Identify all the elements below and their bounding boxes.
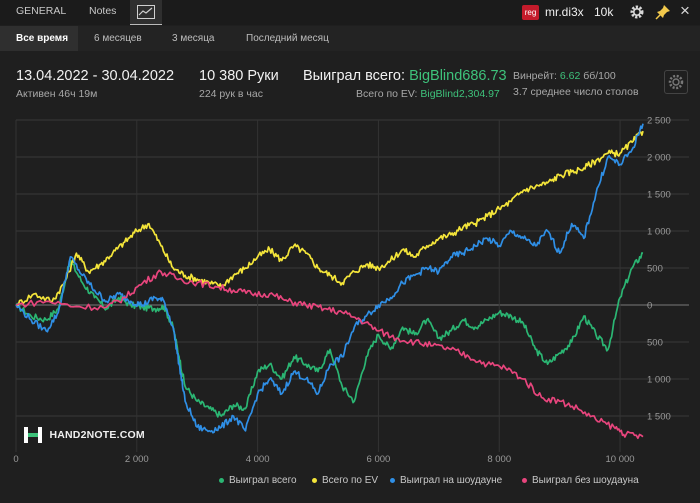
tab-notes[interactable]: Notes <box>89 0 116 25</box>
won-total: Выиграл всего: BigBlind686.73 <box>303 68 507 84</box>
close-icon[interactable]: × <box>680 1 690 21</box>
x-tick-label: 8 000 <box>487 454 511 465</box>
date-range: 13.04.2022 - 30.04.2022 <box>16 68 175 84</box>
legend-dot <box>219 477 224 483</box>
series-line <box>15 123 644 434</box>
legend-item-non-showdown[interactable]: Выиграл без шоудауна <box>522 475 639 486</box>
x-tick-label: 6 000 <box>367 454 391 465</box>
top-tab-bar: GENERAL Notes reg mr.di3x 10k × <box>0 0 700 25</box>
y-tick-label: 1 000 <box>647 227 671 238</box>
hands-count: 10 380 Руки <box>199 68 279 84</box>
x-tick-label: 10 000 <box>606 454 635 465</box>
y-tick-label: 500 <box>647 338 663 349</box>
series-line <box>15 130 644 308</box>
tab-general[interactable]: GENERAL <box>16 0 66 25</box>
period-tab-last-month[interactable]: Последний месяц <box>246 26 329 51</box>
legend-label: Всего по EV <box>322 475 379 486</box>
legend-label: Выиграл на шоудауне <box>400 475 503 486</box>
legend-dot <box>390 477 395 483</box>
series-line <box>15 269 644 440</box>
winrate-unit: бб/100 <box>583 70 616 82</box>
period-tab-6m[interactable]: 6 месяцев <box>94 26 142 51</box>
y-tick-label: 1 500 <box>647 190 671 201</box>
winrate-label: Винрейт: <box>513 70 557 82</box>
y-tick-label: 500 <box>647 264 663 275</box>
legend-item-won[interactable]: Выиграл всего <box>219 475 297 486</box>
y-tick-label: 0 <box>647 301 652 312</box>
ev-total-label: Всего по EV: <box>356 88 418 100</box>
won-total-value: BigBlind686.73 <box>409 68 507 84</box>
legend-label: Выиграл без шоудауна <box>532 475 639 486</box>
period-tab-all[interactable]: Все время <box>0 26 78 51</box>
period-tabs: Все время 6 месяцев 3 месяца Последний м… <box>0 26 700 51</box>
y-tick-label: 2 000 <box>647 153 671 164</box>
hand2note-logo-text: HAND2NOTE.COM <box>49 428 145 441</box>
chart-line-icon <box>137 5 155 19</box>
won-total-label: Выиграл всего: <box>303 68 406 84</box>
legend-dot <box>312 477 317 483</box>
x-tick-label: 0 <box>13 454 18 465</box>
x-tick-label: 2 000 <box>125 454 149 465</box>
reg-badge: reg <box>522 5 539 20</box>
y-tick-label: 2 500 <box>647 116 671 127</box>
player-name: mr.di3x <box>545 5 584 19</box>
active-time: Активен 46ч 19м <box>16 88 98 100</box>
legend-item-ev[interactable]: Всего по EV <box>312 475 378 486</box>
chart-settings-icon[interactable] <box>664 70 688 94</box>
gear-icon[interactable] <box>629 4 645 20</box>
ev-total-value: BigBlind2,304.97 <box>420 88 500 100</box>
ev-total: Всего по EV: BigBlind2,304.97 <box>356 88 500 100</box>
legend-label: Выиграл всего <box>229 475 297 486</box>
limit-label: 10k <box>594 5 614 19</box>
avg-tables: 3.7 среднее число столов <box>513 86 639 98</box>
winrate: Винрейт: 6.62 бб/100 <box>513 70 616 82</box>
tab-graph[interactable] <box>130 0 162 25</box>
period-tab-3m[interactable]: 3 месяца <box>172 26 214 51</box>
winrate-value: 6.62 <box>559 70 581 82</box>
hands-per-hour: 224 рук в час <box>199 88 263 100</box>
y-tick-label: 1 000 <box>647 375 671 386</box>
x-tick-label: 4 000 <box>246 454 270 465</box>
hand2note-logo: HAND2NOTE.COM <box>24 426 145 443</box>
series-line <box>15 252 644 418</box>
legend-item-showdown[interactable]: Выиграл на шоудауне <box>390 475 502 486</box>
legend-dot <box>522 477 527 483</box>
y-tick-label: 1 500 <box>647 412 671 423</box>
hand2note-logo-icon <box>24 426 42 443</box>
pin-icon[interactable] <box>655 4 671 20</box>
